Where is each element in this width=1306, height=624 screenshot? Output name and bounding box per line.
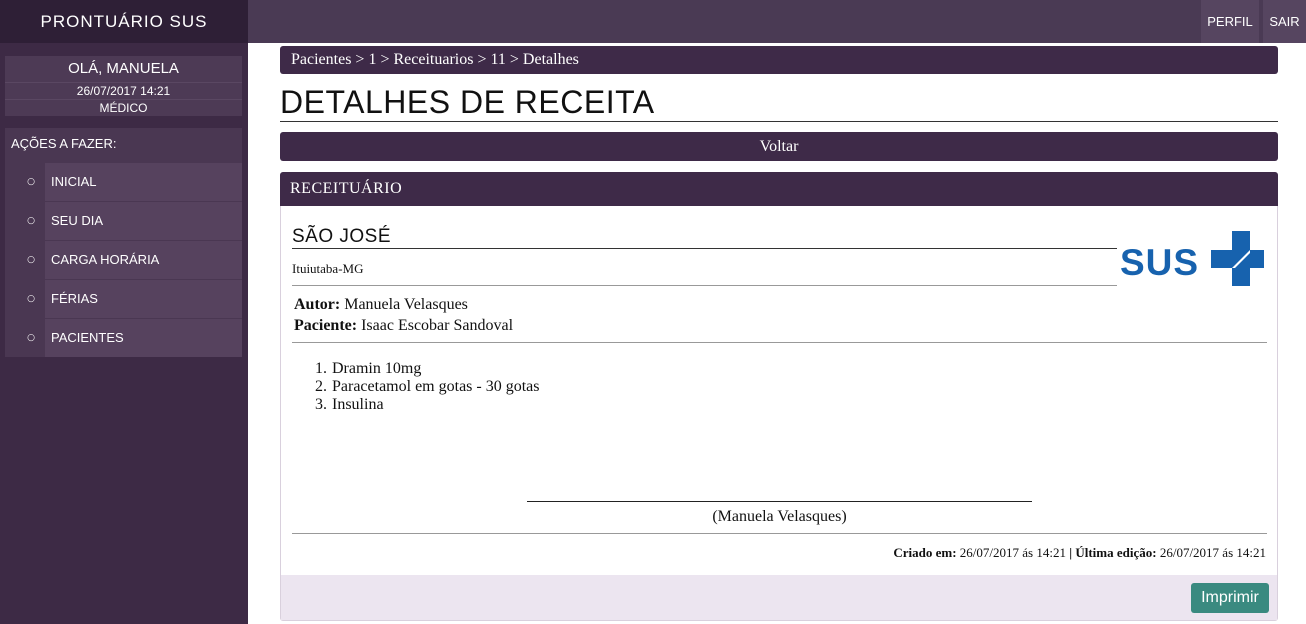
sidebar-item-label[interactable]: CARGA HORÁRIA (45, 241, 242, 279)
sidebar: PRONTUÁRIO SUS OLÁ, MANUELA 26/07/2017 1… (0, 0, 248, 624)
sidebar-item-seu-dia[interactable]: ○ SEU DIA (5, 202, 242, 240)
edited-label: Última edição: (1075, 545, 1157, 560)
edited-value: 26/07/2017 ás 14:21 (1159, 545, 1266, 560)
divider (292, 342, 1267, 343)
panel-header: RECEITUÁRIO (280, 172, 1278, 206)
author-name: Manuela Velasques (344, 296, 468, 313)
timestamps: Criado em: 26/07/2017 ás 14:21 | Última … (292, 544, 1266, 562)
user-greeting: OLÁ, MANUELA (68, 60, 179, 77)
patient-name: Isaac Escobar Sandoval (361, 317, 514, 334)
clinic-name: SÃO JOSÉ (292, 225, 1117, 249)
medication-list: 1. Dramin 10mg 2. Paracetamol em gotas - 3… (315, 360, 540, 414)
actions-menu: AÇÕES A FAZER: ○ INICIAL ○ SEU DIA ○ CAR… (5, 128, 242, 357)
sidebar-item-carga-horaria[interactable]: ○ CARGA HORÁRIA (5, 241, 242, 279)
actions-title: AÇÕES A FAZER: (11, 136, 117, 151)
bullet-icon: ○ (27, 333, 35, 343)
user-role: MÉDICO (5, 99, 242, 116)
print-button[interactable]: Imprimir (1191, 583, 1269, 613)
bullet-icon: ○ (27, 255, 35, 265)
top-navbar: PERFIL SAIR (248, 0, 1306, 43)
author-line: Autor: Manuela Velasques (294, 294, 468, 315)
sidebar-item-inicial[interactable]: ○ INICIAL (5, 163, 242, 201)
page-title: DETALHES DE RECEITA (280, 83, 1278, 122)
breadcrumb: Pacientes > 1 > Receituarios > 11 > Deta… (280, 46, 1278, 74)
logout-button[interactable]: SAIR (1263, 0, 1306, 43)
sidebar-item-label[interactable]: SEU DIA (45, 202, 242, 240)
patient-label: Paciente: (294, 317, 358, 334)
bullet-icon: ○ (27, 216, 35, 226)
back-button[interactable]: Voltar (280, 132, 1278, 161)
breadcrumb-separator: > (355, 51, 365, 68)
breadcrumb-separator: > (477, 51, 487, 68)
medication-item: 2. Paracetamol em gotas - 30 gotas (315, 378, 540, 395)
user-datetime: 26/07/2017 14:21 (5, 82, 242, 99)
medication-item: 3. Insulina (315, 396, 384, 413)
breadcrumb-separator: > (509, 51, 519, 68)
clinic-city: Ituiutaba-MG (292, 257, 1117, 286)
sus-logo-icon: SUS (1120, 231, 1264, 286)
breadcrumb-link-receipt-id[interactable]: 11 (490, 51, 505, 68)
signature-name: (Manuela Velasques) (712, 508, 847, 525)
profile-button[interactable]: PERFIL (1201, 0, 1259, 43)
sidebar-item-pacientes[interactable]: ○ PACIENTES (5, 319, 242, 357)
breadcrumb-link-pacientes[interactable]: Pacientes (291, 51, 351, 68)
breadcrumb-link-patient-id[interactable]: 1 (368, 51, 376, 68)
created-value: 26/07/2017 ás 14:21 (959, 545, 1066, 560)
app-brand[interactable]: PRONTUÁRIO SUS (0, 0, 248, 43)
divider (292, 533, 1267, 534)
medication-item: 1. Dramin 10mg (315, 360, 422, 377)
user-card: OLÁ, MANUELA 26/07/2017 14:21 MÉDICO (5, 56, 242, 116)
prescription-panel: RECEITUÁRIO SÃO JOSÉ Ituiutaba-MG SUS Au… (280, 172, 1278, 621)
signature-line (527, 501, 1032, 502)
breadcrumb-separator: > (380, 51, 390, 68)
panel-footer: Imprimir (281, 575, 1277, 620)
sidebar-item-label[interactable]: FÉRIAS (45, 280, 242, 318)
author-label: Autor: (294, 296, 341, 313)
breadcrumb-current: Detalhes (522, 51, 579, 68)
sidebar-item-label[interactable]: PACIENTES (45, 319, 242, 357)
patient-line: Paciente: Isaac Escobar Sandoval (294, 315, 513, 336)
meta-separator: | (1069, 545, 1073, 560)
sus-logo-text: SUS (1120, 242, 1199, 283)
breadcrumb-link-receituarios[interactable]: Receituarios (393, 51, 473, 68)
bullet-icon: ○ (27, 294, 35, 304)
sidebar-item-label[interactable]: INICIAL (45, 163, 242, 201)
bullet-icon: ○ (27, 177, 35, 187)
sidebar-item-ferias[interactable]: ○ FÉRIAS (5, 280, 242, 318)
created-label: Criado em: (893, 545, 957, 560)
